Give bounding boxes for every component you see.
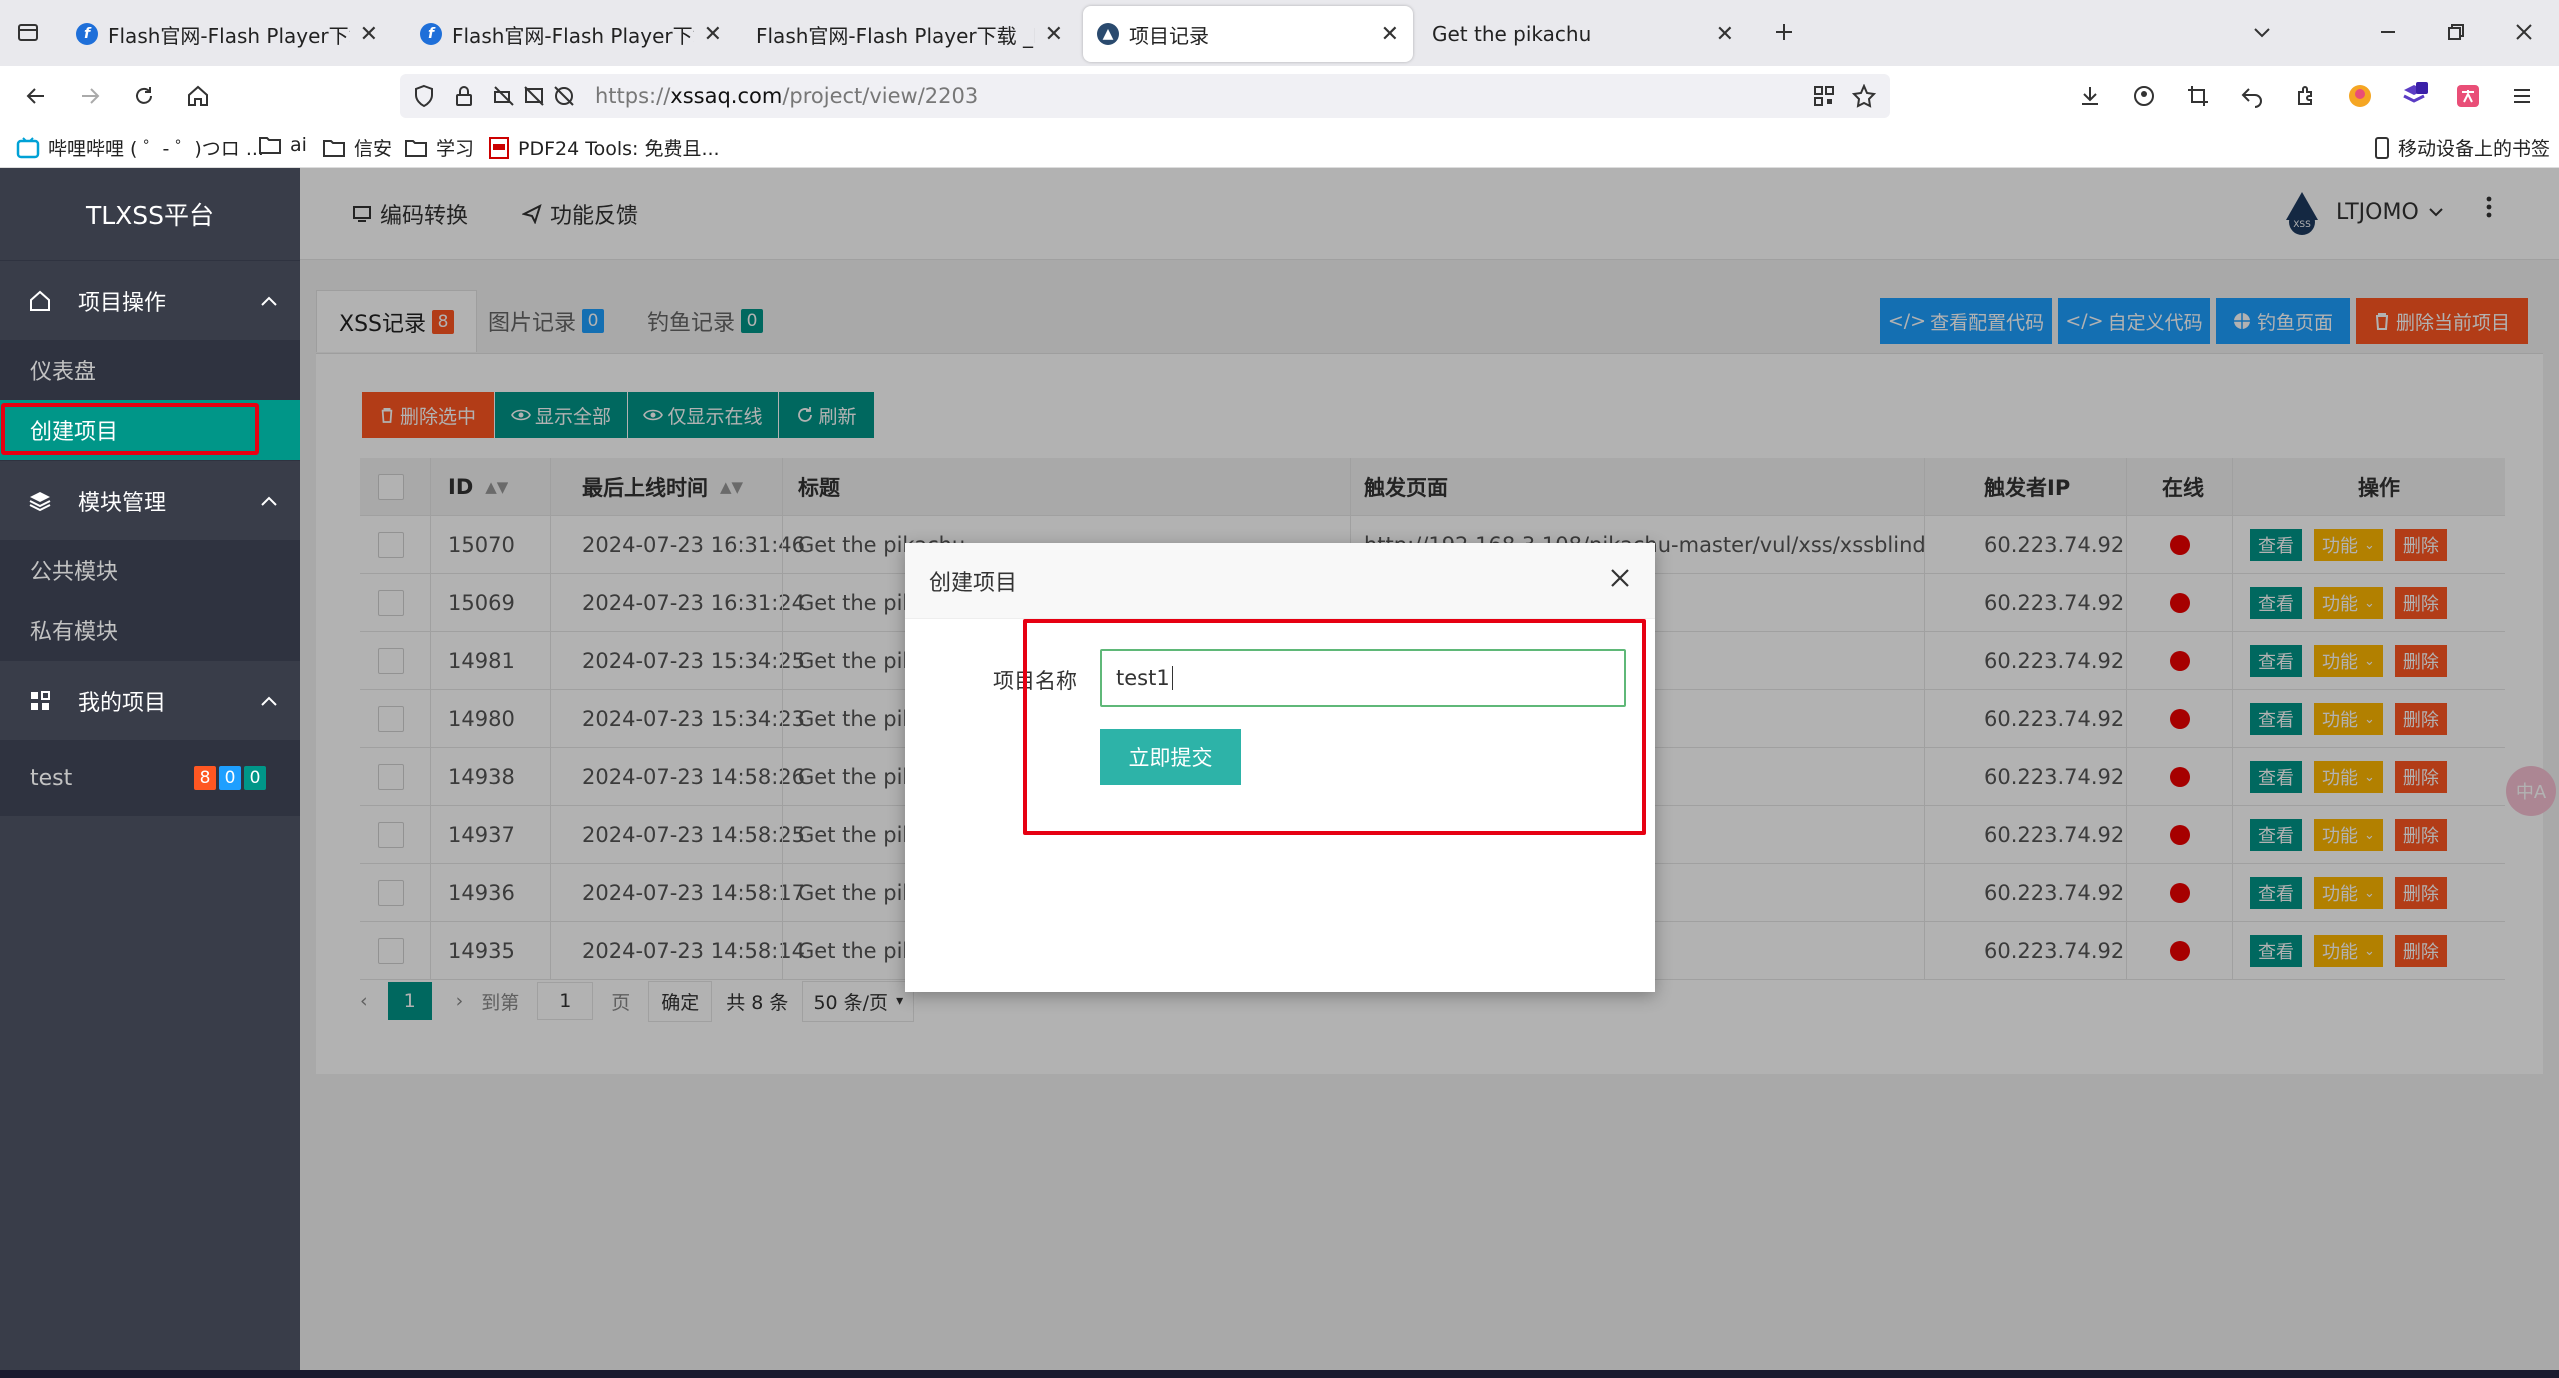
shield-icon[interactable] — [412, 84, 436, 108]
autoplay-blocked-icon[interactable] — [552, 84, 576, 108]
xss-favicon-icon: ▲ — [1097, 23, 1119, 45]
permissions-icon[interactable] — [492, 84, 516, 108]
modal-title: 创建项目 — [929, 570, 1018, 596]
url-text[interactable]: https://xssaq.com/project/view/2203 — [595, 84, 978, 108]
browser-tab-2[interactable]: f Flash官网-Flash Player下载 _F ✕ — [406, 6, 736, 62]
bookmark-folder-xinan[interactable]: 信安 — [322, 134, 392, 161]
tab-title: Flash官网-Flash Player下载 _F — [108, 23, 350, 48]
bookmarks-bar: 哔哩哔哩 ( ゜- ゜)つロ ... ai 信安 学习 PDF24 Tools:… — [0, 126, 2559, 168]
translate-extension-icon[interactable] — [2448, 76, 2488, 116]
undo-icon[interactable] — [2232, 76, 2272, 116]
folder-icon — [322, 138, 346, 158]
browser-tab-4-active[interactable]: ▲ 项目记录 ✕ — [1083, 6, 1413, 62]
bookmark-label: 学习 — [436, 138, 475, 160]
modal-header: 创建项目 — [905, 543, 1655, 619]
lock-icon[interactable] — [452, 84, 476, 108]
bookmark-mobile[interactable]: 移动设备上的书签 — [2374, 134, 2550, 161]
tab-title: 项目记录 — [1129, 23, 1209, 48]
bookmark-bilibili[interactable]: 哔哩哔哩 ( ゜- ゜)つロ ... — [16, 134, 264, 161]
menu-icon[interactable] — [2502, 76, 2542, 116]
account-icon[interactable] — [2124, 76, 2164, 116]
close-icon[interactable] — [1609, 567, 1631, 589]
url-domain: xssaq.com — [670, 84, 783, 108]
bookmark-label: 信安 — [354, 138, 393, 160]
bookmark-folder-ai[interactable]: ai — [258, 134, 307, 156]
bookmark-pdf24[interactable]: PDF24 Tools: 免费且... — [488, 134, 720, 161]
close-window-icon[interactable] — [2504, 12, 2544, 52]
bookmark-folder-xuexi[interactable]: 学习 — [404, 134, 474, 161]
url-path: /project/view/2203 — [782, 84, 979, 108]
address-bar[interactable]: https://xssaq.com/project/view/2203 — [400, 74, 1890, 118]
close-tab-icon[interactable]: ✕ — [1045, 22, 1063, 47]
extension-avatar-icon[interactable] — [2340, 76, 2380, 116]
close-tab-icon[interactable]: ✕ — [704, 22, 722, 47]
url-scheme: https:// — [595, 84, 671, 108]
minimize-icon[interactable] — [2368, 12, 2408, 52]
browser-tab-5[interactable]: Get the pikachu ✕ — [1418, 6, 1748, 62]
blocked-media-icon[interactable] — [522, 84, 546, 108]
home-icon[interactable] — [178, 76, 218, 116]
qr-code-icon[interactable] — [1812, 84, 1836, 108]
restore-icon[interactable] — [2436, 12, 2476, 52]
bookmark-label: PDF24 Tools: 免费且... — [518, 138, 720, 160]
browser-tab-bar: f Flash官网-Flash Player下载 _F ✕ f Flash官网-… — [0, 0, 2559, 66]
browser-nav-bar: https://xssaq.com/project/view/2203 — [0, 66, 2559, 126]
mobile-device-icon — [2374, 136, 2390, 160]
download-icon[interactable] — [2070, 76, 2110, 116]
extension-badge-icon[interactable] — [2394, 76, 2434, 116]
tab-list-icon[interactable] — [8, 12, 48, 52]
bilibili-icon — [16, 136, 40, 159]
folder-icon — [404, 138, 428, 158]
back-icon[interactable] — [16, 76, 56, 116]
taskbar-edge — [0, 1370, 2559, 1378]
tab-overflow-chevron-icon[interactable] — [2242, 12, 2282, 52]
sidebar-overlay — [0, 168, 300, 1373]
tab-title: Flash官网-Flash Player下载 _F — [452, 23, 694, 48]
close-tab-icon[interactable]: ✕ — [1716, 22, 1734, 47]
extensions-icon[interactable] — [2286, 76, 2326, 116]
folder-icon — [258, 135, 282, 155]
highlight-box-modal — [1023, 619, 1646, 835]
new-tab-icon[interactable] — [1764, 12, 1804, 52]
bookmark-label: 哔哩哔哩 ( ゜- ゜)つロ ... — [48, 138, 264, 160]
tab-title: Get the pikachu — [1432, 22, 1592, 46]
close-tab-icon[interactable]: ✕ — [1381, 22, 1399, 47]
reload-icon[interactable] — [124, 76, 164, 116]
browser-tab-1[interactable]: f Flash官网-Flash Player下载 _F ✕ — [62, 6, 392, 62]
bookmark-star-icon[interactable] — [1852, 84, 1876, 108]
tab-title: Flash官网-Flash Player下载 _Flash — [756, 23, 1035, 48]
forward-icon[interactable] — [70, 76, 110, 116]
browser-tab-3[interactable]: Flash官网-Flash Player下载 _Flash ✕ — [742, 6, 1077, 62]
bookmark-label: 移动设备上的书签 — [2398, 138, 2551, 160]
flash-favicon-icon: f — [420, 23, 442, 45]
flash-favicon-icon: f — [76, 23, 98, 45]
highlight-box-sidebar — [1, 403, 259, 455]
bookmark-label: ai — [290, 134, 307, 156]
close-tab-icon[interactable]: ✕ — [360, 22, 378, 47]
pdf24-icon — [488, 136, 510, 160]
crop-icon[interactable] — [2178, 76, 2218, 116]
